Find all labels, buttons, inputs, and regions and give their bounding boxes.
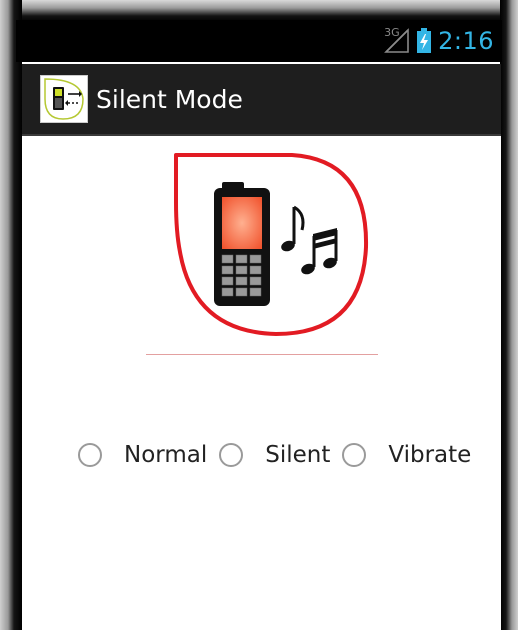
main-content: Normal Silent Vibrate	[22, 136, 501, 630]
signal-icon: 3G	[384, 26, 410, 54]
action-bar: Silent Mode	[22, 64, 501, 136]
radio-option-vibrate[interactable]: Vibrate	[342, 442, 471, 468]
device-bezel-right	[500, 0, 518, 630]
radio-option-normal[interactable]: Normal	[78, 442, 207, 468]
radio-option-silent[interactable]: Silent	[219, 442, 330, 468]
network-type-label: 3G	[384, 26, 400, 39]
radio-label-silent: Silent	[265, 442, 331, 468]
sound-mode-radio-group: Normal Silent Vibrate	[78, 442, 483, 468]
phone-with-music-notes-icon	[172, 152, 372, 342]
battery-charging-icon	[416, 28, 432, 54]
device-bezel-top	[0, 0, 518, 22]
status-icons: 3G 2:16	[384, 26, 494, 56]
device-bezel-left	[0, 0, 22, 630]
radio-button-normal[interactable]	[78, 443, 102, 467]
phone-sound-mode-icon[interactable]	[40, 75, 88, 123]
device-screen: 3G 2:16 Silent Mode Normal Silent Vibrat…	[0, 0, 518, 630]
status-bar: 3G 2:16	[16, 20, 502, 62]
radio-button-vibrate[interactable]	[342, 443, 367, 467]
radio-button-silent[interactable]	[219, 443, 244, 467]
divider	[146, 354, 378, 355]
page-title: Silent Mode	[96, 84, 243, 114]
clock: 2:16	[438, 27, 494, 55]
radio-label-vibrate: Vibrate	[388, 442, 472, 468]
radio-label-normal: Normal	[124, 442, 208, 468]
